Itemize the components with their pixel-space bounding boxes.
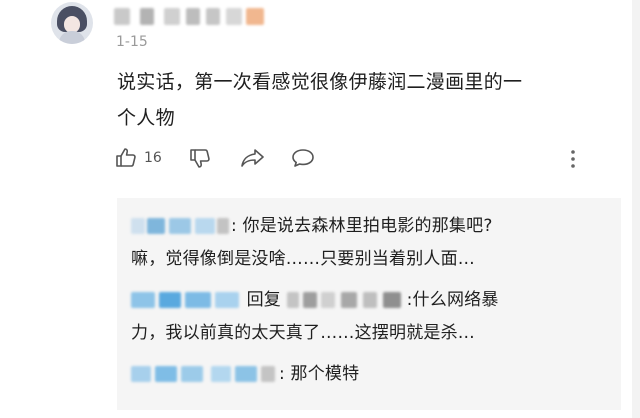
like-button[interactable]: 16	[114, 146, 162, 170]
more-button[interactable]	[568, 148, 578, 174]
reply-author-blurred[interactable]	[131, 365, 279, 383]
comment-text-line1: 说实话，第一次看感觉很像伊藤润二漫画里的一	[117, 71, 523, 93]
comment-text: 说实话，第一次看感觉很像伊藤润二漫画里的一 个人物	[117, 64, 587, 136]
reply-text-line2: 力，我以前真的太天真了……这摆明就是杀…	[131, 323, 475, 343]
comment-date: 1-15	[116, 34, 148, 50]
like-count: 16	[144, 150, 162, 166]
reply-text-line2: 嘛，觉得像倒是没啥……只要别当着别人面…	[131, 249, 475, 269]
replies-panel[interactable]: : 你是说去森林里拍电影的那集吧? 嘛，觉得像倒是没啥……只要别当着别人面… 回…	[117, 198, 621, 410]
reply-to-label: 回复	[246, 290, 282, 310]
comment-action-bar: 16	[0, 146, 640, 176]
comment-text-line2: 个人物	[117, 107, 175, 129]
thumbs-up-icon	[116, 148, 136, 167]
dislike-button[interactable]	[188, 146, 212, 170]
reply-author-blurred[interactable]	[131, 217, 231, 235]
reply-text: : 那个模特	[279, 364, 360, 384]
thumbs-down-icon	[190, 149, 210, 168]
avatar-body	[59, 31, 85, 44]
share-button[interactable]	[240, 146, 266, 170]
share-icon	[241, 149, 264, 167]
comment-bubble-icon	[292, 149, 314, 167]
reply-text: : 你是说去森林里拍电影的那集吧?	[231, 216, 493, 236]
reply-author-blurred[interactable]	[131, 291, 241, 309]
more-vertical-icon	[571, 150, 575, 168]
reply-item[interactable]: 回复 :什么网络暴 力，我以前真的太天真了……这摆明就是杀…	[131, 284, 611, 350]
reply-button[interactable]	[290, 146, 316, 170]
reply-text: :什么网络暴	[406, 290, 499, 310]
reply-item[interactable]: : 那个模特	[131, 358, 611, 391]
avatar[interactable]	[51, 2, 93, 44]
reply-item[interactable]: : 你是说去森林里拍电影的那集吧? 嘛，觉得像倒是没啥……只要别当着别人面…	[131, 210, 611, 276]
scrollbar-track[interactable]	[632, 0, 640, 418]
reply-target-blurred[interactable]	[286, 291, 407, 309]
